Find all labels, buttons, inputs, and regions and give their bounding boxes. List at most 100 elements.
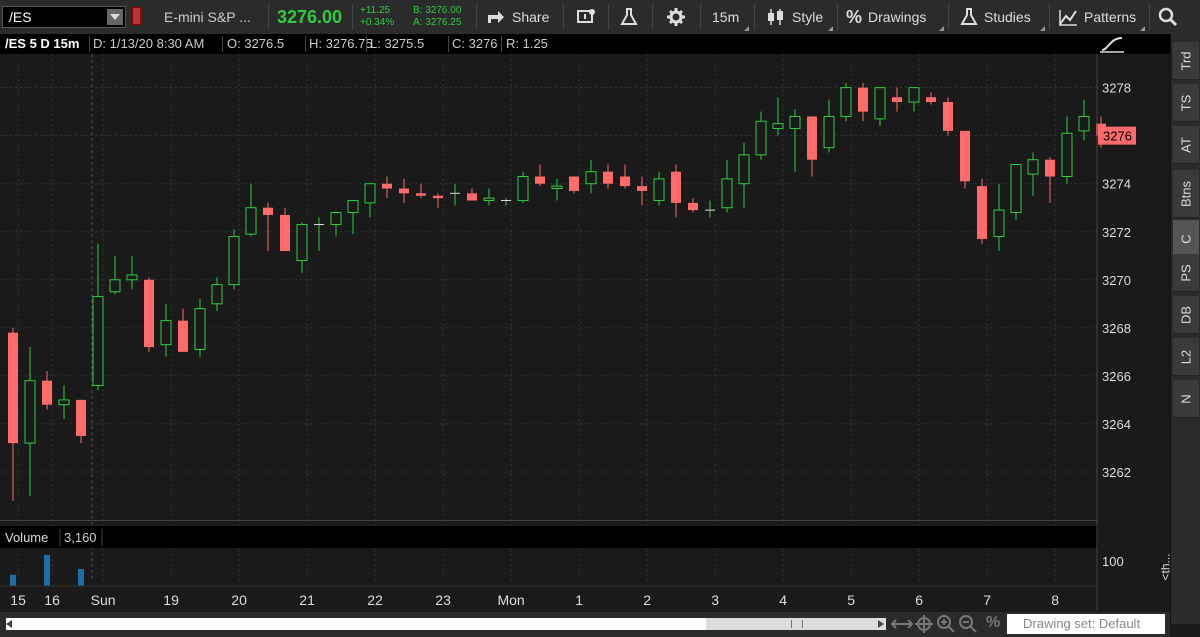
alert-button[interactable]: [576, 0, 596, 34]
gear-icon: [667, 8, 685, 26]
studies-label: Studies: [984, 9, 1031, 25]
tab-n[interactable]: N: [1173, 380, 1199, 418]
candle-body-down: [144, 279, 154, 348]
tab-db[interactable]: DB: [1173, 296, 1199, 334]
scroll-right-icon[interactable]: [878, 620, 884, 628]
tab-trd[interactable]: Trd: [1173, 42, 1199, 80]
candle-body-down: [399, 188, 409, 194]
drawing-set-selector[interactable]: Drawing set: Default: [1007, 614, 1165, 634]
tab-l2-label: L2: [1178, 349, 1194, 364]
candle-body-up: [755, 120, 767, 156]
settings-button[interactable]: [666, 0, 686, 34]
flask-button[interactable]: [620, 0, 638, 34]
candle-body-up: [908, 87, 920, 103]
ask-price: A: 3276.25: [413, 17, 462, 28]
x-tick-label: 2: [643, 592, 651, 608]
toolbar-divider: [608, 4, 609, 30]
timeframe-label: 15m: [712, 9, 740, 25]
x-tick-label: 3: [711, 592, 719, 608]
candle-body-up: [772, 123, 784, 129]
y-tick-label: 3264: [1102, 417, 1131, 432]
timeframe-button[interactable]: 15m: [712, 0, 739, 34]
header-divider: [222, 36, 223, 52]
share-icon: [488, 11, 504, 23]
candle-body-down: [671, 171, 681, 203]
y-tick-label: 3262: [1102, 465, 1131, 480]
tab-btns-label: Btns: [1178, 180, 1194, 207]
style-dropdown-indicator: [828, 26, 833, 31]
tab-at[interactable]: AT: [1173, 126, 1199, 164]
x-tick-label: 20: [231, 592, 247, 608]
flask-icon: [620, 8, 638, 25]
bar-open: O: 3276.5: [227, 36, 285, 51]
x-tick-label: 21: [299, 592, 315, 608]
candle-body-down: [280, 214, 290, 251]
volume-bar: [44, 554, 50, 586]
price-axis: 3278327632743272327032683266326432623276: [1098, 81, 1136, 480]
candle-body-down: [178, 320, 188, 352]
candle-body-up: [789, 115, 801, 129]
y-tick-label: 3266: [1102, 369, 1131, 384]
x-tick-label: 6: [915, 592, 923, 608]
chart-header: /ES 5 D 15m D: 1/13/20 8:30 AM O: 3276.5…: [0, 34, 1170, 54]
x-tick-label: 7: [983, 592, 991, 608]
candle-body-up: [483, 197, 495, 202]
x-tick-label: 1: [575, 592, 583, 608]
candle-body-up: [245, 207, 257, 235]
volume-value: 3,160: [64, 530, 97, 545]
tab-c[interactable]: C: [1173, 220, 1199, 258]
toolbar-divider: [268, 4, 269, 30]
candle-body-down: [977, 186, 987, 239]
tab-btns[interactable]: Btns: [1173, 170, 1199, 218]
toolbar-divider: [700, 4, 701, 30]
drawings-button[interactable]: % Drawings: [846, 0, 926, 34]
style-button[interactable]: Style: [766, 0, 823, 34]
symbol-selector[interactable]: /ES: [2, 6, 126, 28]
price-chart[interactable]: Volume 3,160 100 32783276327432723270326…: [0, 54, 1170, 610]
tab-ps-label: PS: [1178, 263, 1194, 282]
zoom-out-icon[interactable]: [958, 614, 978, 634]
tab-l2[interactable]: L2: [1173, 338, 1199, 376]
tab-ts[interactable]: TS: [1173, 84, 1199, 122]
candle-body-up: [126, 274, 138, 281]
candle-body-up: [653, 178, 665, 202]
zoom-in-icon[interactable]: [936, 614, 956, 634]
pan-icon[interactable]: [890, 614, 914, 634]
chevron-down-icon[interactable]: [107, 9, 123, 25]
studies-button[interactable]: Studies: [960, 0, 1031, 34]
toolbar-divider: [563, 4, 564, 30]
candle-body-down: [960, 130, 970, 182]
candle-body-up: [296, 224, 308, 262]
y-tick-label: 3272: [1102, 225, 1131, 240]
scroll-left-icon[interactable]: [6, 620, 12, 628]
x-tick-label: 22: [367, 592, 383, 608]
symbol-text: /ES: [9, 9, 32, 25]
bar-close: C: 3276: [452, 36, 498, 51]
toolbar-divider: [352, 4, 353, 30]
toolbar-divider: [1149, 4, 1150, 30]
candle-body-up: [109, 279, 121, 293]
candle-body-down: [637, 186, 647, 191]
share-button[interactable]: Share: [486, 0, 549, 34]
volume-bar: [78, 569, 84, 586]
chart-style-icon[interactable]: [1098, 34, 1126, 54]
header-divider: [89, 36, 90, 52]
volume-axis-label: 100: [1102, 554, 1124, 569]
tab-ps[interactable]: PS: [1173, 254, 1199, 292]
link-flag-icon[interactable]: [132, 7, 141, 25]
candle-body-up: [211, 284, 223, 305]
horizontal-scrollbar[interactable]: [6, 618, 886, 630]
candle-body-down: [1045, 159, 1055, 177]
percent-scale-icon[interactable]: %: [986, 614, 1000, 632]
patterns-button[interactable]: Patterns: [1058, 0, 1136, 34]
right-side-panel: Trd TS AT Btns C PS DB L2 N: [1170, 34, 1200, 624]
collapsed-panel-label[interactable]: <th...: [1159, 553, 1173, 580]
header-divider: [305, 36, 306, 52]
symbol-description: E-mini S&P ...: [164, 9, 251, 25]
candle-body-down: [892, 97, 902, 103]
candle-body-up: [840, 87, 852, 117]
search-button[interactable]: [1158, 0, 1178, 34]
toolbar-divider: [652, 4, 653, 30]
crosshair-icon[interactable]: [914, 614, 934, 634]
candle-body-up: [347, 200, 359, 214]
